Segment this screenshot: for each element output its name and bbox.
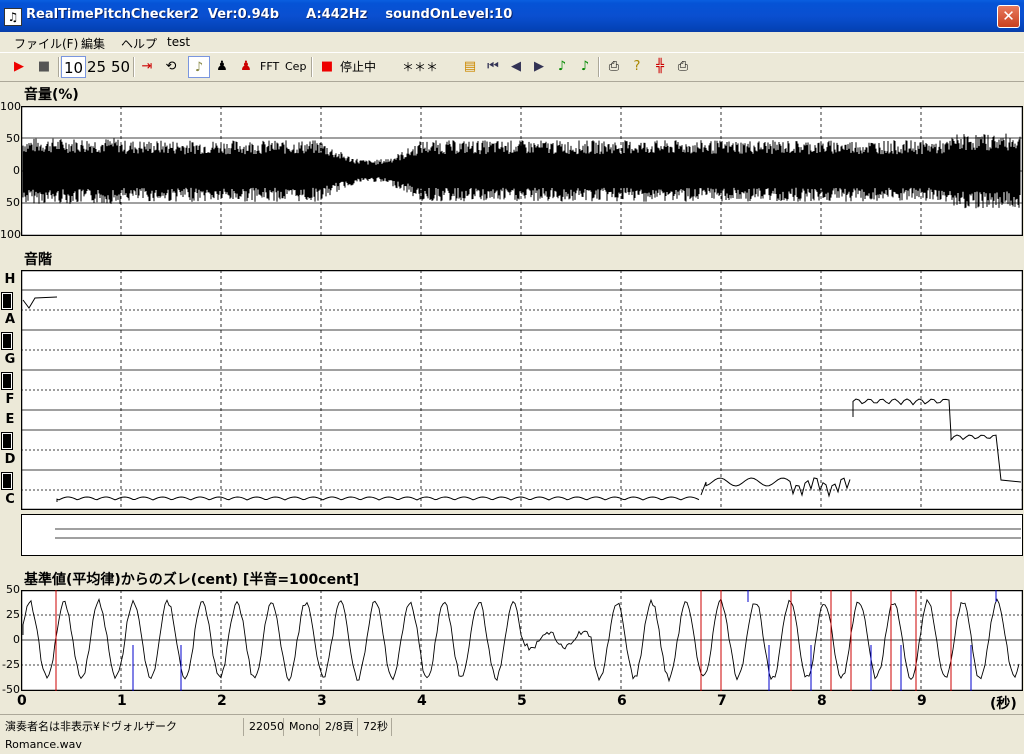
loop-icon[interactable]: ⟲ [160, 56, 182, 78]
zoom-25-button[interactable]: 25 [85, 56, 108, 78]
person-icon[interactable]: ♟ [211, 56, 233, 78]
status-page: 2/8頁 [322, 718, 358, 736]
close-button[interactable]: ✕ [997, 5, 1020, 28]
zoom-50-button[interactable]: 50 [109, 56, 132, 78]
dev-tick-25: 25 [6, 608, 20, 621]
dev-tick-m25: -25 [2, 658, 20, 671]
status-file: 演奏者名は非表示¥ドヴォルザークRomance.wav [2, 718, 244, 751]
deviation-label: 基準値(平均律)からのズレ(cent) [半音=100cent] [24, 572, 360, 588]
vol-tick-50: 50 [6, 132, 20, 145]
window-title: RealTimePitchChecker2 Ver:0.94b A:442Hz … [26, 7, 513, 22]
status-duration: 72秒 [360, 718, 392, 736]
black-key [1, 332, 13, 350]
menu-edit[interactable]: 編集 [81, 35, 105, 52]
toolbar: ▶ ■ 10 25 50 ⇥ ⟲ ♪ ♟ ♟ FFT Cep ■ 停止中 ＊＊＊… [0, 52, 1024, 82]
status-rate: 22050 [246, 718, 284, 736]
note-h: H [4, 272, 16, 287]
violin-icon[interactable]: ♪ [188, 56, 210, 78]
x-tick: 1 [117, 693, 127, 709]
vol-tick-100: 100 [0, 100, 21, 113]
folder-icon[interactable]: ▤ [459, 56, 481, 78]
menu-test[interactable]: test [167, 35, 190, 49]
scale-plot [21, 270, 1023, 510]
x-tick: 0 [17, 693, 27, 709]
volume-plot [21, 106, 1023, 236]
x-tick: 8 [817, 693, 827, 709]
play-icon[interactable]: ▶ [8, 56, 30, 78]
note-f: F [5, 392, 15, 407]
dev-tick-50: 50 [6, 583, 20, 596]
x-tick: 2 [217, 693, 227, 709]
next-icon[interactable]: ▶ [528, 56, 550, 78]
app-icon: ♫ [4, 8, 22, 26]
scale-label: 音階 [24, 252, 52, 268]
x-unit: (秒) [990, 696, 1017, 712]
plot-frame [21, 590, 1023, 691]
record-icon[interactable]: ■ [316, 56, 338, 78]
title-bar: ♫ RealTimePitchChecker2 Ver:0.94b A:442H… [0, 0, 1024, 32]
black-key [1, 372, 13, 390]
first-icon[interactable]: ⏮ [482, 56, 504, 78]
help-icon[interactable]: ? [626, 56, 648, 78]
menu-help[interactable]: ヘルプ [121, 35, 157, 52]
vol-tick-0: 0 [13, 164, 20, 177]
x-tick: 3 [317, 693, 327, 709]
black-key [1, 472, 13, 490]
menu-bar: ファイル(F) 編集 ヘルプ test [0, 32, 1024, 52]
timeline-strip [21, 514, 1023, 556]
prev-icon[interactable]: ◀ [505, 56, 527, 78]
fft-button[interactable]: FFT [258, 56, 281, 78]
note-green-icon[interactable]: ♪ [551, 56, 573, 78]
print2-icon[interactable]: ⎙ [672, 56, 694, 78]
x-tick: 4 [417, 693, 427, 709]
cursor-icon[interactable]: ╬ [649, 56, 671, 78]
note-green2-icon[interactable]: ♪ [574, 56, 596, 78]
dev-tick-0: 0 [13, 633, 20, 646]
note-a: A [4, 312, 16, 327]
note-c: C [5, 492, 15, 507]
black-key [1, 292, 13, 310]
menu-file[interactable]: ファイル(F) [14, 35, 78, 52]
stop-icon[interactable]: ■ [33, 56, 55, 78]
play-status: 停止中 [340, 57, 380, 77]
plot-frame [21, 514, 1023, 556]
status-channels: Mono [286, 718, 320, 736]
display-field: ＊＊＊ [384, 57, 456, 77]
note-e: E [5, 412, 15, 427]
print-icon[interactable]: ⎙ [603, 56, 625, 78]
vol-tick-m100: 100 [0, 228, 21, 241]
vol-tick-m50: 50 [6, 196, 20, 209]
deviation-plot [21, 590, 1023, 691]
cep-button[interactable]: Cep [283, 56, 308, 78]
zoom-10-button[interactable]: 10 [61, 56, 87, 78]
black-key [1, 432, 13, 450]
note-g: G [4, 352, 16, 367]
x-tick: 6 [617, 693, 627, 709]
status-bar: 演奏者名は非表示¥ドヴォルザークRomance.wav 22050 Mono 2… [0, 714, 1024, 751]
jump-end-icon[interactable]: ⇥ [136, 56, 158, 78]
x-tick: 7 [717, 693, 727, 709]
note-d: D [4, 452, 16, 467]
volume-label: 音量(%) [24, 87, 79, 103]
x-tick: 9 [917, 693, 927, 709]
x-tick: 5 [517, 693, 527, 709]
person-red-icon[interactable]: ♟ [235, 56, 257, 78]
